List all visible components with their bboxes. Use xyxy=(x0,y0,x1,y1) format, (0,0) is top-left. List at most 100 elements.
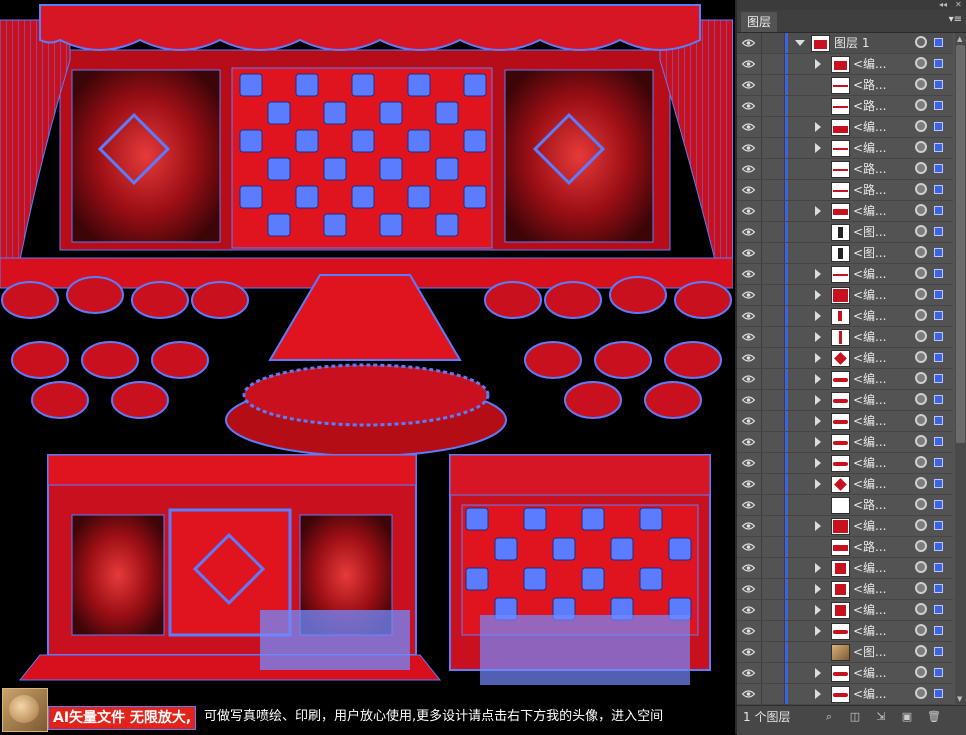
layer-name[interactable]: <编... xyxy=(853,663,887,683)
expand-arrow-icon[interactable] xyxy=(815,269,821,279)
target-circle-icon[interactable] xyxy=(915,309,927,321)
small-stage-left[interactable] xyxy=(18,454,442,681)
small-stage-right[interactable] xyxy=(449,454,711,685)
target-circle-icon[interactable] xyxy=(915,36,927,48)
lock-toggle[interactable] xyxy=(762,642,785,662)
target-circle-icon[interactable] xyxy=(915,414,927,426)
selection-indicator[interactable] xyxy=(934,269,943,278)
selection-indicator[interactable] xyxy=(934,248,943,257)
layer-name[interactable]: <编... xyxy=(853,117,887,137)
layer-row[interactable]: <编... xyxy=(737,138,953,159)
selection-indicator[interactable] xyxy=(934,542,943,551)
target-circle-icon[interactable] xyxy=(915,519,927,531)
lock-toggle[interactable] xyxy=(762,306,785,326)
layer-row[interactable]: <编... xyxy=(737,474,953,495)
expand-arrow-icon[interactable] xyxy=(815,689,821,699)
lock-toggle[interactable] xyxy=(762,96,785,116)
visibility-eye-icon[interactable] xyxy=(737,348,762,368)
expand-arrow-icon[interactable] xyxy=(815,605,821,615)
lock-toggle[interactable] xyxy=(762,138,785,158)
layer-row[interactable]: <编... xyxy=(737,411,953,432)
selection-indicator[interactable] xyxy=(934,395,943,404)
expand-arrow-icon[interactable] xyxy=(815,353,821,363)
lock-toggle[interactable] xyxy=(762,684,785,704)
layer-row[interactable]: <编... xyxy=(737,306,953,327)
lock-toggle[interactable] xyxy=(762,264,785,284)
expand-arrow-icon[interactable] xyxy=(815,143,821,153)
expand-arrow-icon[interactable] xyxy=(815,395,821,405)
visibility-eye-icon[interactable] xyxy=(737,537,762,557)
layer-row[interactable]: <编... xyxy=(737,390,953,411)
layer-row[interactable]: <编... xyxy=(737,201,953,222)
lock-toggle[interactable] xyxy=(762,390,785,410)
visibility-eye-icon[interactable] xyxy=(737,453,762,473)
lock-toggle[interactable] xyxy=(762,453,785,473)
target-circle-icon[interactable] xyxy=(915,246,927,258)
layer-name[interactable]: <编... xyxy=(853,411,887,431)
layer-name[interactable]: <图... xyxy=(853,222,887,242)
lock-toggle[interactable] xyxy=(762,54,785,74)
lock-toggle[interactable] xyxy=(762,516,785,536)
selection-indicator[interactable] xyxy=(934,185,943,194)
visibility-eye-icon[interactable] xyxy=(737,138,762,158)
target-circle-icon[interactable] xyxy=(915,372,927,384)
layer-name[interactable]: <编... xyxy=(853,306,887,326)
visibility-eye-icon[interactable] xyxy=(737,495,762,515)
lock-toggle[interactable] xyxy=(762,621,785,641)
selection-indicator[interactable] xyxy=(934,437,943,446)
layer-name[interactable]: <图... xyxy=(853,243,887,263)
visibility-eye-icon[interactable] xyxy=(737,684,762,704)
target-circle-icon[interactable] xyxy=(915,603,927,615)
selection-indicator[interactable] xyxy=(934,59,943,68)
selection-indicator[interactable] xyxy=(934,206,943,215)
lock-toggle[interactable] xyxy=(762,600,785,620)
layer-row[interactable]: <路... xyxy=(737,75,953,96)
layer-row[interactable]: <编... xyxy=(737,348,953,369)
target-circle-icon[interactable] xyxy=(915,162,927,174)
selection-indicator[interactable] xyxy=(934,416,943,425)
lock-toggle[interactable] xyxy=(762,117,785,137)
layer-row[interactable]: <编... xyxy=(737,432,953,453)
visibility-eye-icon[interactable] xyxy=(737,117,762,137)
visibility-eye-icon[interactable] xyxy=(737,558,762,578)
expand-arrow-icon[interactable] xyxy=(815,479,821,489)
layer-row[interactable]: <编... xyxy=(737,285,953,306)
layer-row[interactable]: <编... xyxy=(737,264,953,285)
lock-toggle[interactable] xyxy=(762,474,785,494)
lock-toggle[interactable] xyxy=(762,579,785,599)
layer-name[interactable]: <编... xyxy=(853,579,887,599)
author-avatar[interactable] xyxy=(2,688,48,732)
layer-row[interactable]: <编... xyxy=(737,684,953,705)
visibility-eye-icon[interactable] xyxy=(737,243,762,263)
lock-toggle[interactable] xyxy=(762,222,785,242)
lock-toggle[interactable] xyxy=(762,537,785,557)
layer-row[interactable]: <路... xyxy=(737,96,953,117)
target-circle-icon[interactable] xyxy=(915,498,927,510)
visibility-eye-icon[interactable] xyxy=(737,663,762,683)
layer-name[interactable]: <编... xyxy=(853,600,887,620)
scroll-down-arrow-icon[interactable]: ▼ xyxy=(957,695,962,703)
main-stage-group[interactable] xyxy=(0,0,733,289)
target-circle-icon[interactable] xyxy=(915,78,927,90)
target-circle-icon[interactable] xyxy=(915,624,927,636)
visibility-eye-icon[interactable] xyxy=(737,327,762,347)
scroll-up-arrow-icon[interactable]: ▲ xyxy=(957,35,962,43)
selection-indicator[interactable] xyxy=(934,122,943,131)
delete-layer-icon[interactable]: 🗑 xyxy=(927,711,941,723)
target-circle-icon[interactable] xyxy=(915,561,927,573)
target-circle-icon[interactable] xyxy=(915,141,927,153)
expand-arrow-icon[interactable] xyxy=(815,626,821,636)
layer-name[interactable]: <编... xyxy=(853,285,887,305)
visibility-eye-icon[interactable] xyxy=(737,306,762,326)
visibility-eye-icon[interactable] xyxy=(737,579,762,599)
layer-row[interactable]: <编... xyxy=(737,369,953,390)
lock-toggle[interactable] xyxy=(762,558,785,578)
selection-indicator[interactable] xyxy=(934,290,943,299)
visibility-eye-icon[interactable] xyxy=(737,222,762,242)
visibility-eye-icon[interactable] xyxy=(737,390,762,410)
layer-row[interactable]: <编... xyxy=(737,600,953,621)
visibility-eye-icon[interactable] xyxy=(737,264,762,284)
layer-name[interactable]: <编... xyxy=(853,516,887,536)
expand-arrow-icon[interactable] xyxy=(815,311,821,321)
artboard-canvas[interactable]: AI矢量文件 无限放大, 可做写真喷绘、印刷，用户放心使用,更多设计请点击右下方… xyxy=(0,0,733,734)
